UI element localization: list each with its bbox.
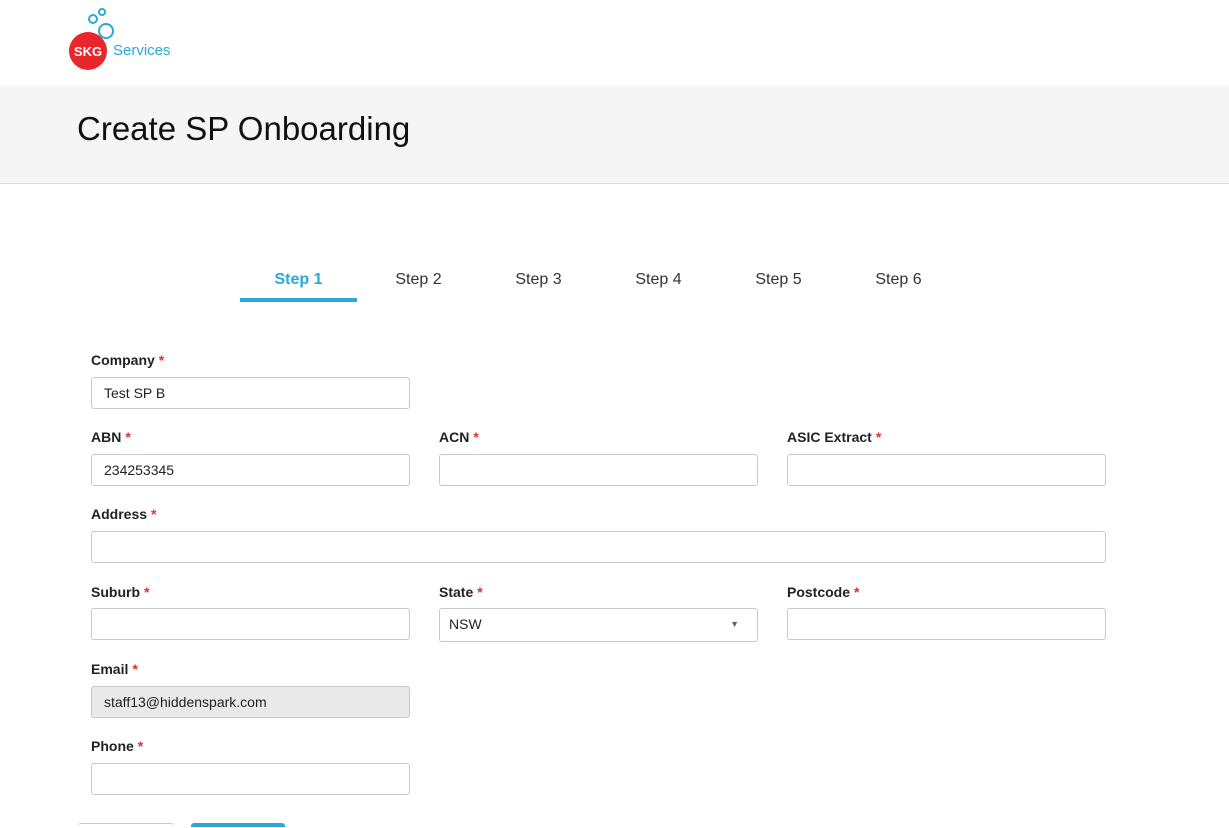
page-header: Create SP Onboarding [0, 86, 1229, 184]
abn-label-text: ABN [91, 429, 122, 445]
required-marker: * [158, 352, 165, 368]
required-marker: * [151, 506, 157, 522]
skg-logo[interactable]: SKG Services [66, 6, 186, 72]
required-marker: * [132, 661, 138, 677]
acn-label: ACN * [439, 429, 479, 445]
asic-extract-label-text: ASIC Extract [787, 429, 872, 445]
tab-step-3[interactable]: Step 3 [480, 262, 597, 302]
company-input-value: Test SP B [104, 385, 166, 401]
acn-input[interactable] [439, 454, 758, 486]
asic-extract-input[interactable] [787, 454, 1106, 486]
address-label-text: Address [91, 506, 148, 522]
page-title: Create SP Onboarding [77, 110, 411, 147]
logo-bubble-icon [88, 14, 98, 24]
suburb-label: Suburb * [91, 584, 149, 600]
logo-badge: SKG [69, 32, 107, 70]
postcode-label-text: Postcode [787, 584, 851, 600]
caret-down-icon: ▼ [730, 619, 739, 629]
email-field: staff13@hiddenspark.com [91, 686, 410, 718]
acn-label-text: ACN [439, 429, 470, 445]
state-select[interactable]: NSW ▼ [439, 608, 758, 642]
abn-label: ABN * [91, 429, 131, 445]
next-button[interactable] [191, 823, 285, 827]
logo-badge-text: SKG [73, 43, 103, 59]
required-marker: * [125, 429, 131, 445]
tab-step-2[interactable]: Step 2 [360, 262, 477, 302]
postcode-label: Postcode * [787, 584, 859, 600]
top-bar: SKG Services [0, 0, 1229, 86]
suburb-label-text: Suburb [91, 584, 140, 600]
suburb-input[interactable] [91, 608, 410, 640]
phone-label-text: Phone [91, 738, 134, 754]
company-label: Company * [91, 352, 164, 368]
state-label-text: State [439, 584, 474, 600]
email-label-text: Email [91, 661, 129, 677]
logo-brand-text: Services [113, 42, 171, 59]
tab-step-5[interactable]: Step 5 [720, 262, 837, 302]
address-label: Address * [91, 506, 156, 522]
asic-extract-label: ASIC Extract * [787, 429, 881, 445]
abn-input-value: 234253345 [104, 462, 175, 478]
state-select-value: NSW [449, 616, 482, 632]
tab-step-1[interactable]: Step 1 [240, 262, 357, 302]
email-field-value: staff13@hiddenspark.com [104, 694, 267, 710]
phone-label: Phone * [91, 738, 143, 754]
company-input[interactable]: Test SP B [91, 377, 410, 409]
tab-step-6[interactable]: Step 6 [840, 262, 957, 302]
company-label-text: Company [91, 352, 155, 368]
logo-bubble-icon [98, 8, 106, 16]
address-input[interactable] [91, 531, 1106, 563]
required-marker: * [854, 584, 860, 600]
required-marker: * [137, 738, 144, 754]
state-label: State * [439, 584, 483, 600]
tab-step-4[interactable]: Step 4 [600, 262, 717, 302]
required-marker: * [144, 584, 150, 600]
required-marker: * [875, 429, 882, 445]
phone-input[interactable] [91, 763, 410, 795]
back-button[interactable] [78, 823, 174, 828]
postcode-input[interactable] [787, 608, 1106, 640]
abn-input[interactable]: 234253345 [91, 454, 410, 486]
email-label: Email * [91, 661, 138, 677]
required-marker: * [473, 429, 479, 445]
required-marker: * [477, 584, 483, 600]
